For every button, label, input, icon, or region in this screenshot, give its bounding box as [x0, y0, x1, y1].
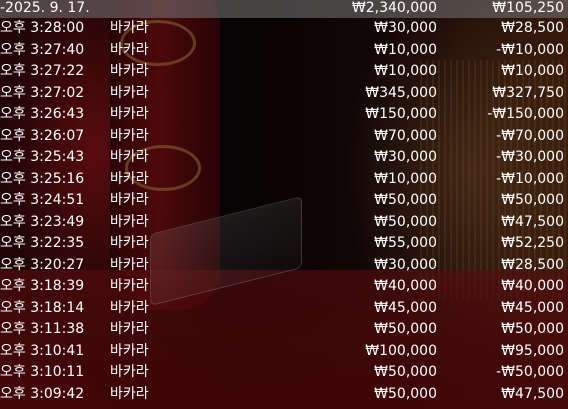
- row-bet-amount: ₩30,000: [374, 20, 437, 36]
- table-row[interactable]: 오후 3:28:00 바카라 ₩30,000 ₩28,500: [0, 18, 568, 40]
- row-time: 오후 3:10:41: [0, 342, 85, 359]
- summary-date: -2025. 9. 17.: [0, 0, 90, 16]
- table-row[interactable]: 오후 3:25:43 바카라 ₩30,000 -₩30,000: [0, 147, 568, 169]
- row-time: 오후 3:09:42: [0, 385, 85, 402]
- row-game: 바카라: [110, 213, 149, 230]
- row-game: 바카라: [110, 20, 149, 36]
- row-game: 바카라: [110, 84, 149, 101]
- summary-total-bet: ₩2,340,000: [351, 0, 437, 16]
- row-game: 바카라: [110, 364, 149, 380]
- table-row[interactable]: 오후 3:11:38 바카라 ₩50,000 ₩50,000: [0, 319, 568, 341]
- row-result-amount: -₩30,000: [496, 149, 564, 165]
- row-game: 바카라: [110, 256, 149, 273]
- row-game: 바카라: [110, 321, 149, 337]
- row-bet-amount: ₩30,000: [374, 149, 437, 165]
- summary-total-result: ₩105,250: [492, 0, 564, 16]
- row-game: 바카라: [110, 235, 149, 251]
- row-time: 오후 3:26:07: [0, 127, 85, 144]
- row-game: 바카라: [110, 63, 149, 79]
- row-bet-amount: ₩40,000: [374, 278, 437, 294]
- row-game: 바카라: [110, 192, 149, 208]
- summary-row[interactable]: -2025. 9. 17. ₩2,340,000 ₩105,250: [0, 0, 568, 18]
- row-game: 바카라: [110, 278, 149, 294]
- bet-history-table: -2025. 9. 17. ₩2,340,000 ₩105,250 오후 3:2…: [0, 0, 568, 409]
- row-bet-amount: ₩100,000: [365, 342, 437, 359]
- row-time: 오후 3:10:11: [0, 364, 85, 380]
- row-bet-amount: ₩45,000: [374, 299, 437, 316]
- row-time: 오후 3:18:39: [0, 278, 85, 294]
- row-time: 오후 3:22:35: [0, 235, 85, 251]
- row-time: 오후 3:28:00: [0, 20, 85, 36]
- row-game: 바카라: [110, 342, 149, 359]
- row-result-amount: ₩50,000: [501, 192, 564, 208]
- row-result-amount: -₩150,000: [487, 106, 564, 122]
- table-row[interactable]: 오후 3:10:11 바카라 ₩50,000 -₩50,000: [0, 362, 568, 384]
- row-result-amount: ₩47,500: [501, 385, 564, 402]
- row-time: 오후 3:25:16: [0, 170, 85, 187]
- row-game: 바카라: [110, 41, 149, 58]
- row-result-amount: ₩52,250: [501, 235, 564, 251]
- row-game: 바카라: [110, 127, 149, 144]
- table-row[interactable]: 오후 3:27:22 바카라 ₩10,000 ₩10,000: [0, 61, 568, 83]
- row-time: 오후 3:18:14: [0, 299, 85, 316]
- row-bet-amount: ₩50,000: [374, 192, 437, 208]
- row-result-amount: ₩40,000: [501, 278, 564, 294]
- row-time: 오후 3:27:02: [0, 84, 85, 101]
- row-result-amount: -₩70,000: [496, 127, 564, 144]
- row-game: 바카라: [110, 106, 149, 122]
- table-row[interactable]: 오후 3:18:39 바카라 ₩40,000 ₩40,000: [0, 276, 568, 298]
- row-bet-amount: ₩10,000: [374, 170, 437, 187]
- row-bet-amount: ₩50,000: [374, 213, 437, 230]
- row-bet-amount: ₩30,000: [374, 256, 437, 273]
- row-game: 바카라: [110, 385, 149, 402]
- row-result-amount: -₩50,000: [496, 364, 564, 380]
- table-row[interactable]: 오후 3:26:43 바카라 ₩150,000 -₩150,000: [0, 104, 568, 126]
- row-result-amount: ₩10,000: [501, 63, 564, 79]
- row-result-amount: -₩10,000: [496, 170, 564, 187]
- row-game: 바카라: [110, 170, 149, 187]
- table-row[interactable]: 오후 3:09:42 바카라 ₩50,000 ₩47,500: [0, 384, 568, 406]
- row-time: 오후 3:27:40: [0, 41, 85, 58]
- row-result-amount: ₩327,750: [492, 84, 564, 101]
- table-row[interactable]: 오후 3:23:49 바카라 ₩50,000 ₩47,500: [0, 212, 568, 234]
- row-time: 오후 3:25:43: [0, 149, 85, 165]
- row-bet-amount: ₩70,000: [374, 127, 437, 144]
- row-result-amount: -₩10,000: [496, 41, 564, 58]
- table-row[interactable]: 오후 3:10:41 바카라 ₩100,000 ₩95,000: [0, 341, 568, 363]
- row-time: 오후 3:26:43: [0, 106, 85, 122]
- row-bet-amount: ₩50,000: [374, 385, 437, 402]
- table-row[interactable]: 오후 3:27:02 바카라 ₩345,000 ₩327,750: [0, 83, 568, 105]
- row-result-amount: ₩50,000: [501, 321, 564, 337]
- table-row[interactable]: 오후 3:26:07 바카라 ₩70,000 -₩70,000: [0, 126, 568, 148]
- row-result-amount: ₩95,000: [501, 342, 564, 359]
- row-game: 바카라: [110, 149, 149, 165]
- row-time: 오후 3:20:27: [0, 256, 85, 273]
- row-time: 오후 3:24:51: [0, 192, 85, 208]
- table-row[interactable]: 오후 3:25:16 바카라 ₩10,000 -₩10,000: [0, 169, 568, 191]
- table-row[interactable]: 오후 3:27:40 바카라 ₩10,000 -₩10,000: [0, 40, 568, 62]
- row-bet-amount: ₩55,000: [374, 235, 437, 251]
- row-bet-amount: ₩50,000: [374, 364, 437, 380]
- row-bet-amount: ₩10,000: [374, 63, 437, 79]
- row-bet-amount: ₩10,000: [374, 41, 437, 58]
- row-game: 바카라: [110, 299, 149, 316]
- row-time: 오후 3:11:38: [0, 321, 85, 337]
- row-result-amount: ₩28,500: [501, 20, 564, 36]
- row-result-amount: ₩28,500: [501, 256, 564, 273]
- row-result-amount: ₩45,000: [501, 299, 564, 316]
- row-time: 오후 3:23:49: [0, 213, 85, 230]
- row-bet-amount: ₩150,000: [365, 106, 437, 122]
- row-bet-amount: ₩50,000: [374, 321, 437, 337]
- table-row[interactable]: 오후 3:22:35 바카라 ₩55,000 ₩52,250: [0, 233, 568, 255]
- table-row[interactable]: 오후 3:20:27 바카라 ₩30,000 ₩28,500: [0, 255, 568, 277]
- table-row[interactable]: 오후 3:18:14 바카라 ₩45,000 ₩45,000: [0, 298, 568, 320]
- row-bet-amount: ₩345,000: [365, 84, 437, 101]
- row-time: 오후 3:27:22: [0, 63, 85, 79]
- row-result-amount: ₩47,500: [501, 213, 564, 230]
- table-row[interactable]: 오후 3:24:51 바카라 ₩50,000 ₩50,000: [0, 190, 568, 212]
